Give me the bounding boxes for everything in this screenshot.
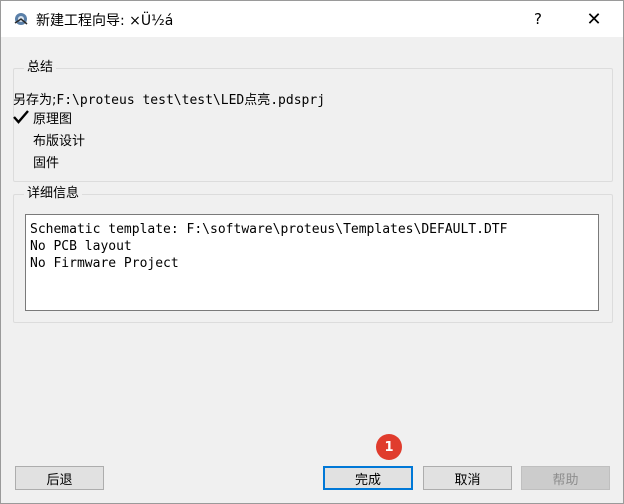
details-line-pcb: No PCB layout <box>30 239 132 254</box>
summary-item-label: 固件 <box>33 155 60 171</box>
close-icon: ✕ <box>586 8 602 30</box>
details-line-template: Schematic template: F:\software\proteus\… <box>30 222 508 237</box>
save-as-path: F:\proteus test\test\LED点亮.pdsprj <box>56 93 326 108</box>
save-as-line: 另存为;F:\proteus test\test\LED点亮.pdsprj <box>13 89 325 108</box>
help-button[interactable]: 帮助 <box>521 466 610 490</box>
title-bar: 新建工程向导: ×Ü½á ? ✕ <box>1 1 623 37</box>
checkmark-icon <box>13 110 33 124</box>
dialog-window: 新建工程向导: ×Ü½á ? ✕ 总结 另存为;F:\proteus test\… <box>0 0 624 504</box>
back-button[interactable]: 后退 <box>15 466 104 490</box>
window-title: 新建工程向导: ×Ü½á <box>36 13 174 29</box>
question-mark-icon: ? <box>534 10 542 28</box>
save-as-label: 另存为; <box>13 93 57 108</box>
summary-legend: 总结 <box>27 60 54 75</box>
summary-item-firmware: 固件 <box>13 152 60 171</box>
summary-item-schematic: 原理图 <box>13 108 73 127</box>
step-number-badge: 1 <box>376 434 402 460</box>
proteus-app-icon <box>13 11 29 27</box>
summary-item-label: 原理图 <box>33 111 73 127</box>
details-line-firmware: No Firmware Project <box>30 256 179 271</box>
close-button[interactable]: ✕ <box>571 1 617 37</box>
finish-button[interactable]: 完成 <box>323 466 413 490</box>
cancel-button[interactable]: 取消 <box>423 466 512 490</box>
details-legend: 详细信息 <box>27 186 80 201</box>
details-textbox[interactable]: Schematic template: F:\software\proteus\… <box>25 214 599 311</box>
summary-group: 总结 <box>13 61 613 182</box>
title-help-button[interactable]: ? <box>515 1 561 37</box>
summary-item-pcb: 布版设计 <box>13 130 86 149</box>
summary-item-label: 布版设计 <box>33 133 86 149</box>
